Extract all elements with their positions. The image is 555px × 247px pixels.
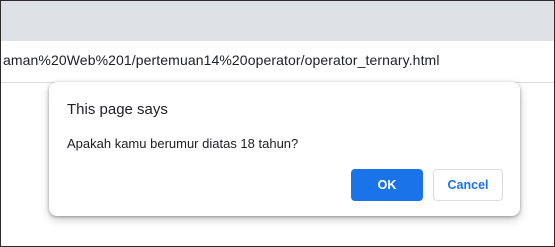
ok-button[interactable]: OK bbox=[351, 169, 423, 201]
cancel-button[interactable]: Cancel bbox=[433, 169, 503, 201]
address-bar[interactable]: aman%20Web%201/pertemuan14%20operator/op… bbox=[3, 52, 440, 68]
confirm-dialog: This page says Apakah kamu berumur diata… bbox=[49, 82, 520, 216]
browser-toolbar: aman%20Web%201/pertemuan14%20operator/op… bbox=[1, 41, 554, 83]
dialog-title: This page says bbox=[67, 101, 168, 118]
dialog-message: Apakah kamu berumur diatas 18 tahun? bbox=[67, 136, 299, 151]
tab-strip bbox=[1, 1, 554, 41]
